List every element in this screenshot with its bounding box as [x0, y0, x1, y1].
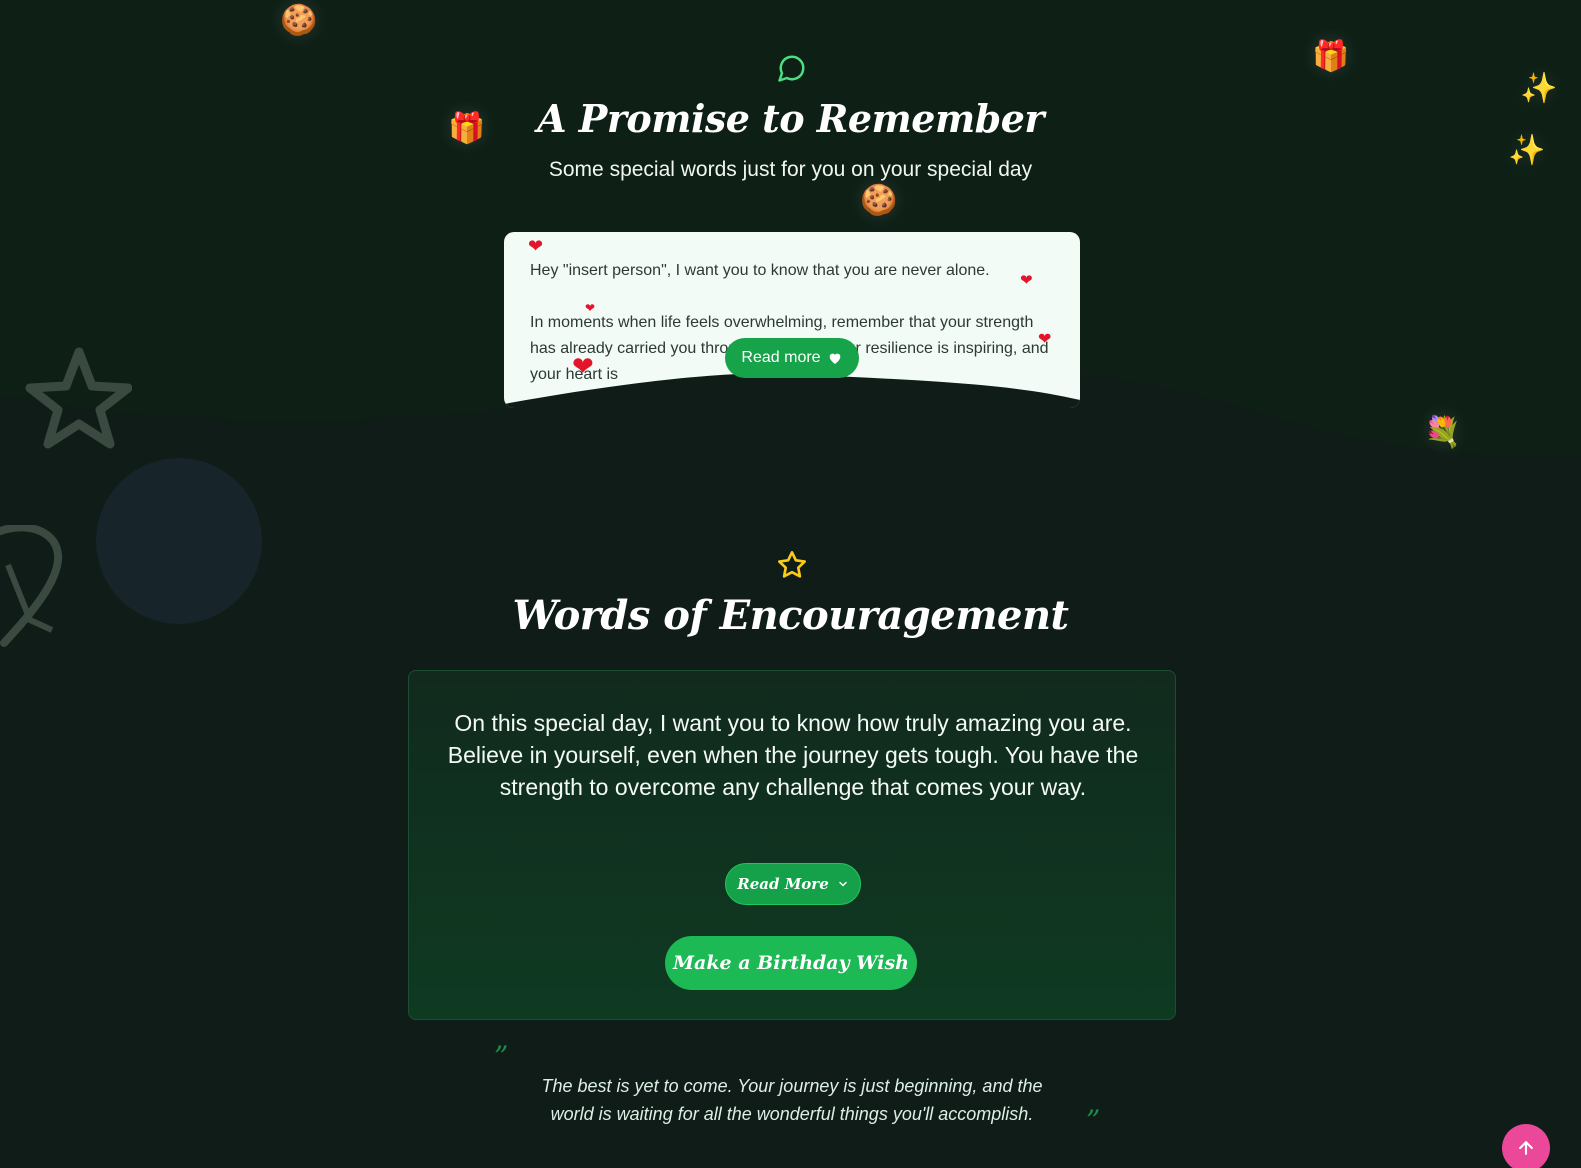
heart-icon	[829, 353, 840, 364]
heart-decoration: ❤	[1020, 271, 1033, 289]
star-outline-decoration	[25, 347, 132, 449]
heart-decoration: ❤	[585, 301, 596, 315]
heart-decoration: ❤	[528, 236, 544, 257]
quote-close-mark: ”	[1086, 1104, 1101, 1137]
cookie-decoration-2: 🍪	[860, 183, 898, 218]
quote-open-mark: ”	[494, 1040, 509, 1073]
bouquet-decoration: 💐	[1424, 415, 1462, 450]
make-birthday-wish-button[interactable]: Make a Birthday Wish	[665, 936, 917, 990]
promise-title: A Promise to Remember	[537, 96, 1044, 141]
scroll-to-top-button[interactable]	[1502, 1124, 1550, 1168]
arrow-up-icon	[1519, 1141, 1533, 1155]
encouragement-read-more-button[interactable]: Read More	[725, 863, 861, 905]
encouragement-message: On this special day, I want you to know …	[447, 710, 1139, 800]
promise-subtitle: Some special words just for you on your …	[548, 158, 1033, 181]
chevron-down-icon	[839, 881, 847, 887]
encouragement-card: On this special day, I want you to know …	[408, 670, 1176, 1020]
letter-read-more-button[interactable]: Read more	[725, 338, 859, 378]
inspirational-quote: The best is yet to come. Your journey is…	[541, 1076, 1043, 1124]
read-more-label: Read More	[737, 875, 829, 893]
heart-decoration: ❤	[572, 352, 594, 382]
message-circle-icon	[778, 55, 805, 82]
read-more-label: Read more	[741, 349, 821, 366]
encouragement-title: Words of Encouragement	[512, 592, 1069, 639]
star-icon	[778, 551, 806, 578]
heart-decoration: ❤	[1038, 329, 1052, 348]
cookie-decoration: 🍪	[280, 3, 318, 38]
gift-decoration-2: 🎁	[1312, 39, 1350, 74]
